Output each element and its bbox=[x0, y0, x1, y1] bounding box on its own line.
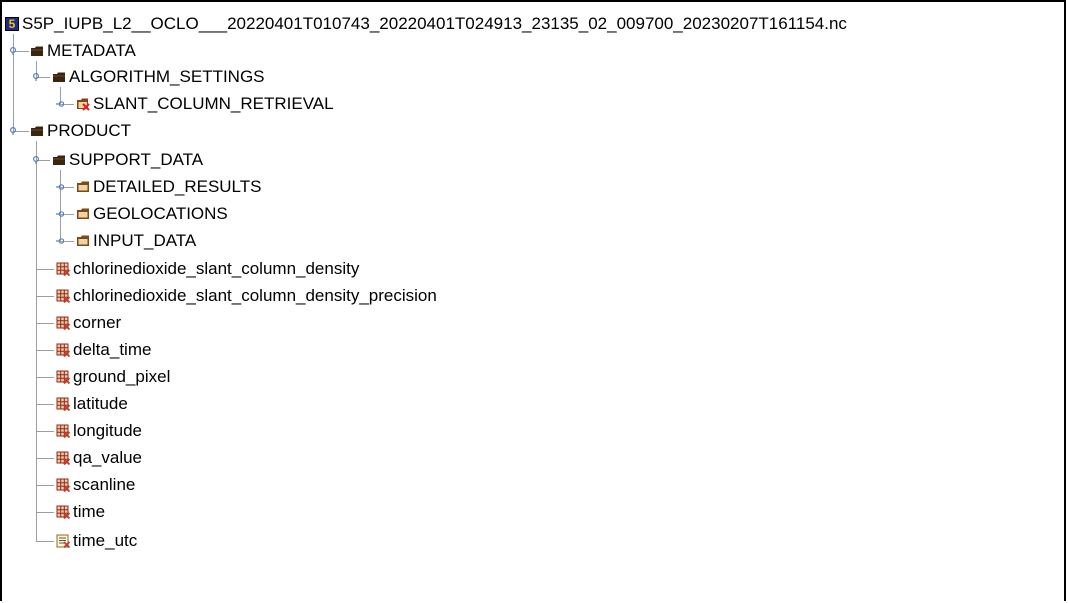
dataset-label: time bbox=[73, 502, 106, 521]
tree-line bbox=[36, 512, 54, 513]
collapsed-toggle-icon[interactable] bbox=[56, 210, 64, 218]
dataset-label: time_utc bbox=[73, 531, 138, 550]
hdf-tree-view: 5 S5P_IUPB_L2__OCLO___20220401T010743_20… bbox=[0, 0, 1068, 603]
tree-line bbox=[36, 404, 54, 405]
tree-node-input-data[interactable]: INPUT_DATA bbox=[76, 228, 196, 254]
folder-open-icon bbox=[53, 155, 65, 165]
slant-column-retrieval-label: SLANT_COLUMN_RETRIEVAL bbox=[93, 94, 334, 113]
tree-line bbox=[36, 377, 54, 378]
folder-open-icon bbox=[53, 72, 65, 82]
tree-dataset[interactable]: qa_value bbox=[56, 445, 142, 471]
dataset-label: scanline bbox=[73, 475, 136, 494]
tree-line bbox=[36, 541, 54, 542]
tree-dataset[interactable]: corner bbox=[56, 310, 121, 336]
dataset-grid-icon bbox=[56, 262, 70, 276]
tree-line bbox=[36, 458, 54, 459]
tree-line bbox=[36, 323, 54, 324]
folder-open-icon bbox=[31, 46, 43, 56]
netcdf-file-icon: 5 bbox=[5, 17, 19, 31]
tree-node-support-data[interactable]: SUPPORT_DATA bbox=[52, 147, 203, 173]
dataset-grid-icon bbox=[56, 316, 70, 330]
dataset-grid-icon bbox=[56, 370, 70, 384]
dataset-grid-icon bbox=[56, 505, 70, 519]
tree-dataset-text[interactable]: time_utc bbox=[56, 528, 137, 554]
tree-dataset[interactable]: delta_time bbox=[56, 337, 151, 363]
folder-closed-icon bbox=[77, 181, 89, 192]
expanded-toggle-icon[interactable] bbox=[32, 156, 40, 164]
tree-dataset[interactable]: chlorinedioxide_slant_column_density_pre… bbox=[56, 283, 437, 309]
dataset-label: qa_value bbox=[73, 448, 143, 467]
dataset-label: ground_pixel bbox=[73, 367, 171, 386]
root-file-label: S5P_IUPB_L2__OCLO___20220401T010743_2022… bbox=[22, 14, 847, 33]
metadata-label: METADATA bbox=[47, 41, 136, 60]
dataset-grid-icon bbox=[56, 343, 70, 357]
folder-closed-icon bbox=[77, 208, 89, 219]
geolocations-label: GEOLOCATIONS bbox=[93, 204, 228, 223]
folder-open-icon bbox=[31, 126, 43, 136]
text-dataset-icon bbox=[56, 534, 70, 548]
tree-line bbox=[36, 141, 37, 542]
tree-node-algorithm-settings[interactable]: ALGORITHM_SETTINGS bbox=[52, 64, 265, 90]
dataset-label: delta_time bbox=[73, 340, 152, 359]
dataset-label: chlorinedioxide_slant_column_density_pre… bbox=[73, 286, 437, 305]
tree-dataset[interactable]: longitude bbox=[56, 418, 142, 444]
detailed-results-label: DETAILED_RESULTS bbox=[93, 177, 262, 196]
tree-node-geolocations[interactable]: GEOLOCATIONS bbox=[76, 201, 228, 227]
support-data-label: SUPPORT_DATA bbox=[69, 150, 204, 169]
collapsed-toggle-icon[interactable] bbox=[56, 100, 64, 108]
tree-line bbox=[36, 485, 54, 486]
dataset-grid-icon bbox=[56, 451, 70, 465]
dataset-grid-icon bbox=[56, 478, 70, 492]
dataset-label: corner bbox=[73, 313, 122, 332]
tree-dataset[interactable]: chlorinedioxide_slant_column_density bbox=[56, 256, 359, 282]
tree-node-metadata[interactable]: METADATA bbox=[30, 38, 136, 64]
tree-dataset[interactable]: latitude bbox=[56, 391, 128, 417]
dataset-grid-icon bbox=[56, 424, 70, 438]
tree-dataset[interactable]: time bbox=[56, 499, 105, 525]
expanded-toggle-icon[interactable] bbox=[9, 47, 17, 55]
algorithm-settings-label: ALGORITHM_SETTINGS bbox=[69, 67, 265, 86]
dataset-grid-icon bbox=[56, 289, 70, 303]
tree-line bbox=[36, 431, 54, 432]
tree-line bbox=[36, 296, 54, 297]
dataset-label: chlorinedioxide_slant_column_density bbox=[73, 259, 360, 278]
tree-dataset[interactable]: ground_pixel bbox=[56, 364, 170, 390]
collapsed-toggle-icon[interactable] bbox=[56, 183, 64, 191]
product-label: PRODUCT bbox=[47, 121, 132, 140]
tree-node-product[interactable]: PRODUCT bbox=[30, 118, 131, 144]
folder-with-attributes-icon bbox=[77, 98, 90, 111]
tree-node-slant-column-retrieval[interactable]: SLANT_COLUMN_RETRIEVAL bbox=[76, 91, 334, 117]
input-data-label: INPUT_DATA bbox=[93, 231, 197, 250]
expanded-toggle-icon[interactable] bbox=[9, 127, 17, 135]
tree-line bbox=[60, 170, 61, 242]
dataset-label: longitude bbox=[73, 421, 143, 440]
dataset-grid-icon bbox=[56, 397, 70, 411]
tree-node-detailed-results[interactable]: DETAILED_RESULTS bbox=[76, 174, 261, 200]
expanded-toggle-icon[interactable] bbox=[32, 73, 40, 81]
tree-line bbox=[36, 350, 54, 351]
tree-line bbox=[36, 269, 54, 270]
folder-closed-icon bbox=[77, 235, 89, 246]
collapsed-toggle-icon[interactable] bbox=[56, 237, 64, 245]
dataset-label: latitude bbox=[73, 394, 128, 413]
tree-root-file[interactable]: 5 S5P_IUPB_L2__OCLO___20220401T010743_20… bbox=[5, 11, 847, 37]
tree-dataset[interactable]: scanline bbox=[56, 472, 135, 498]
